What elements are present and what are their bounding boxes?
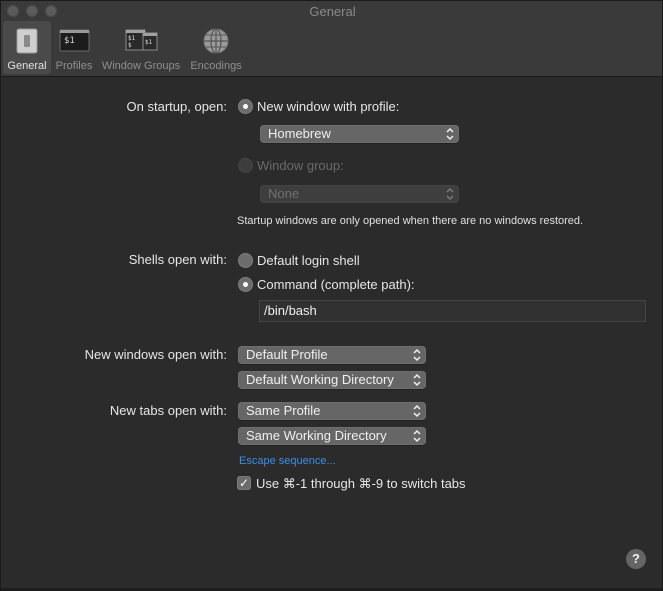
chevron-updown-icon — [446, 127, 454, 141]
new-window-profile-label: New window with profile: — [257, 99, 400, 114]
new-window-profile-radio[interactable] — [238, 99, 253, 114]
default-login-shell-radio[interactable] — [238, 253, 253, 268]
startup-profile-value: Homebrew — [268, 126, 331, 141]
tab-general-label: General — [7, 60, 47, 72]
window-group-popup[interactable]: None — [260, 185, 459, 203]
window-title: General — [309, 4, 356, 19]
command-path-field[interactable]: /bin/bash — [259, 300, 646, 322]
tab-encodings-label: Encodings — [190, 60, 242, 72]
svg-text:$1: $1 — [145, 39, 153, 46]
shells-label: Shells open with: — [128, 252, 227, 267]
startup-profile-popup[interactable]: Homebrew — [260, 125, 459, 143]
window-groups-icon: $1 $ $1 — [125, 29, 158, 51]
command-radio[interactable] — [238, 277, 253, 292]
window-group-value: None — [268, 186, 300, 201]
chevron-updown-icon — [413, 348, 421, 362]
svg-text:$1: $1 — [128, 35, 136, 42]
new-windows-directory-value: Default Working Directory — [246, 372, 394, 387]
chevron-updown-icon — [446, 187, 454, 201]
new-windows-label: New windows open with: — [84, 347, 227, 362]
chevron-updown-icon — [413, 404, 421, 418]
terminal-icon: $1 — [59, 29, 90, 52]
window-group-label: Window group: — [257, 158, 344, 173]
svg-text:$: $ — [128, 42, 132, 49]
tab-general[interactable]: General — [3, 21, 51, 74]
svg-text:$1: $1 — [64, 36, 75, 46]
command-label: Command (complete path): — [257, 277, 415, 292]
switch-icon — [16, 28, 38, 54]
new-windows-directory-popup[interactable]: Default Working Directory — [238, 371, 426, 389]
tab-profiles[interactable]: $1 Profiles — [51, 21, 97, 74]
new-tabs-label: New tabs open with: — [109, 403, 227, 418]
new-tabs-profile-value: Same Profile — [246, 403, 321, 418]
chevron-updown-icon — [413, 373, 421, 387]
new-windows-profile-value: Default Profile — [246, 347, 328, 362]
window-group-radio[interactable] — [238, 158, 253, 173]
new-tabs-directory-popup[interactable]: Same Working Directory — [238, 427, 426, 445]
tab-profiles-label: Profiles — [55, 60, 93, 72]
tab-encodings[interactable]: Encodings — [185, 21, 247, 74]
switch-tabs-label: Use ⌘-1 through ⌘-9 to switch tabs — [256, 476, 466, 491]
preferences-window: General General $1 Profiles $1 $ $1 Wind… — [0, 0, 663, 591]
new-tabs-profile-popup[interactable]: Same Profile — [238, 402, 426, 420]
default-login-shell-label: Default login shell — [257, 253, 360, 268]
tab-window-groups[interactable]: $1 $ $1 Window Groups — [97, 21, 185, 74]
startup-label: On startup, open: — [126, 99, 227, 114]
checkmark-icon: ✓ — [238, 476, 250, 490]
new-windows-profile-popup[interactable]: Default Profile — [238, 346, 426, 364]
help-button[interactable]: ? — [626, 549, 646, 569]
new-tabs-directory-value: Same Working Directory — [246, 428, 387, 443]
tab-window-groups-label: Window Groups — [101, 60, 181, 72]
chevron-updown-icon — [413, 429, 421, 443]
globe-icon — [203, 28, 229, 54]
title-bar: General General $1 Profiles $1 $ $1 Wind… — [1, 1, 662, 77]
escape-sequence-link[interactable]: Escape sequence... — [239, 455, 336, 467]
startup-note: Startup windows are only opened when the… — [237, 215, 584, 227]
switch-tabs-checkbox[interactable]: ✓ — [237, 476, 251, 490]
preferences-toolbar: General $1 Profiles $1 $ $1 Window Group… — [3, 21, 247, 74]
